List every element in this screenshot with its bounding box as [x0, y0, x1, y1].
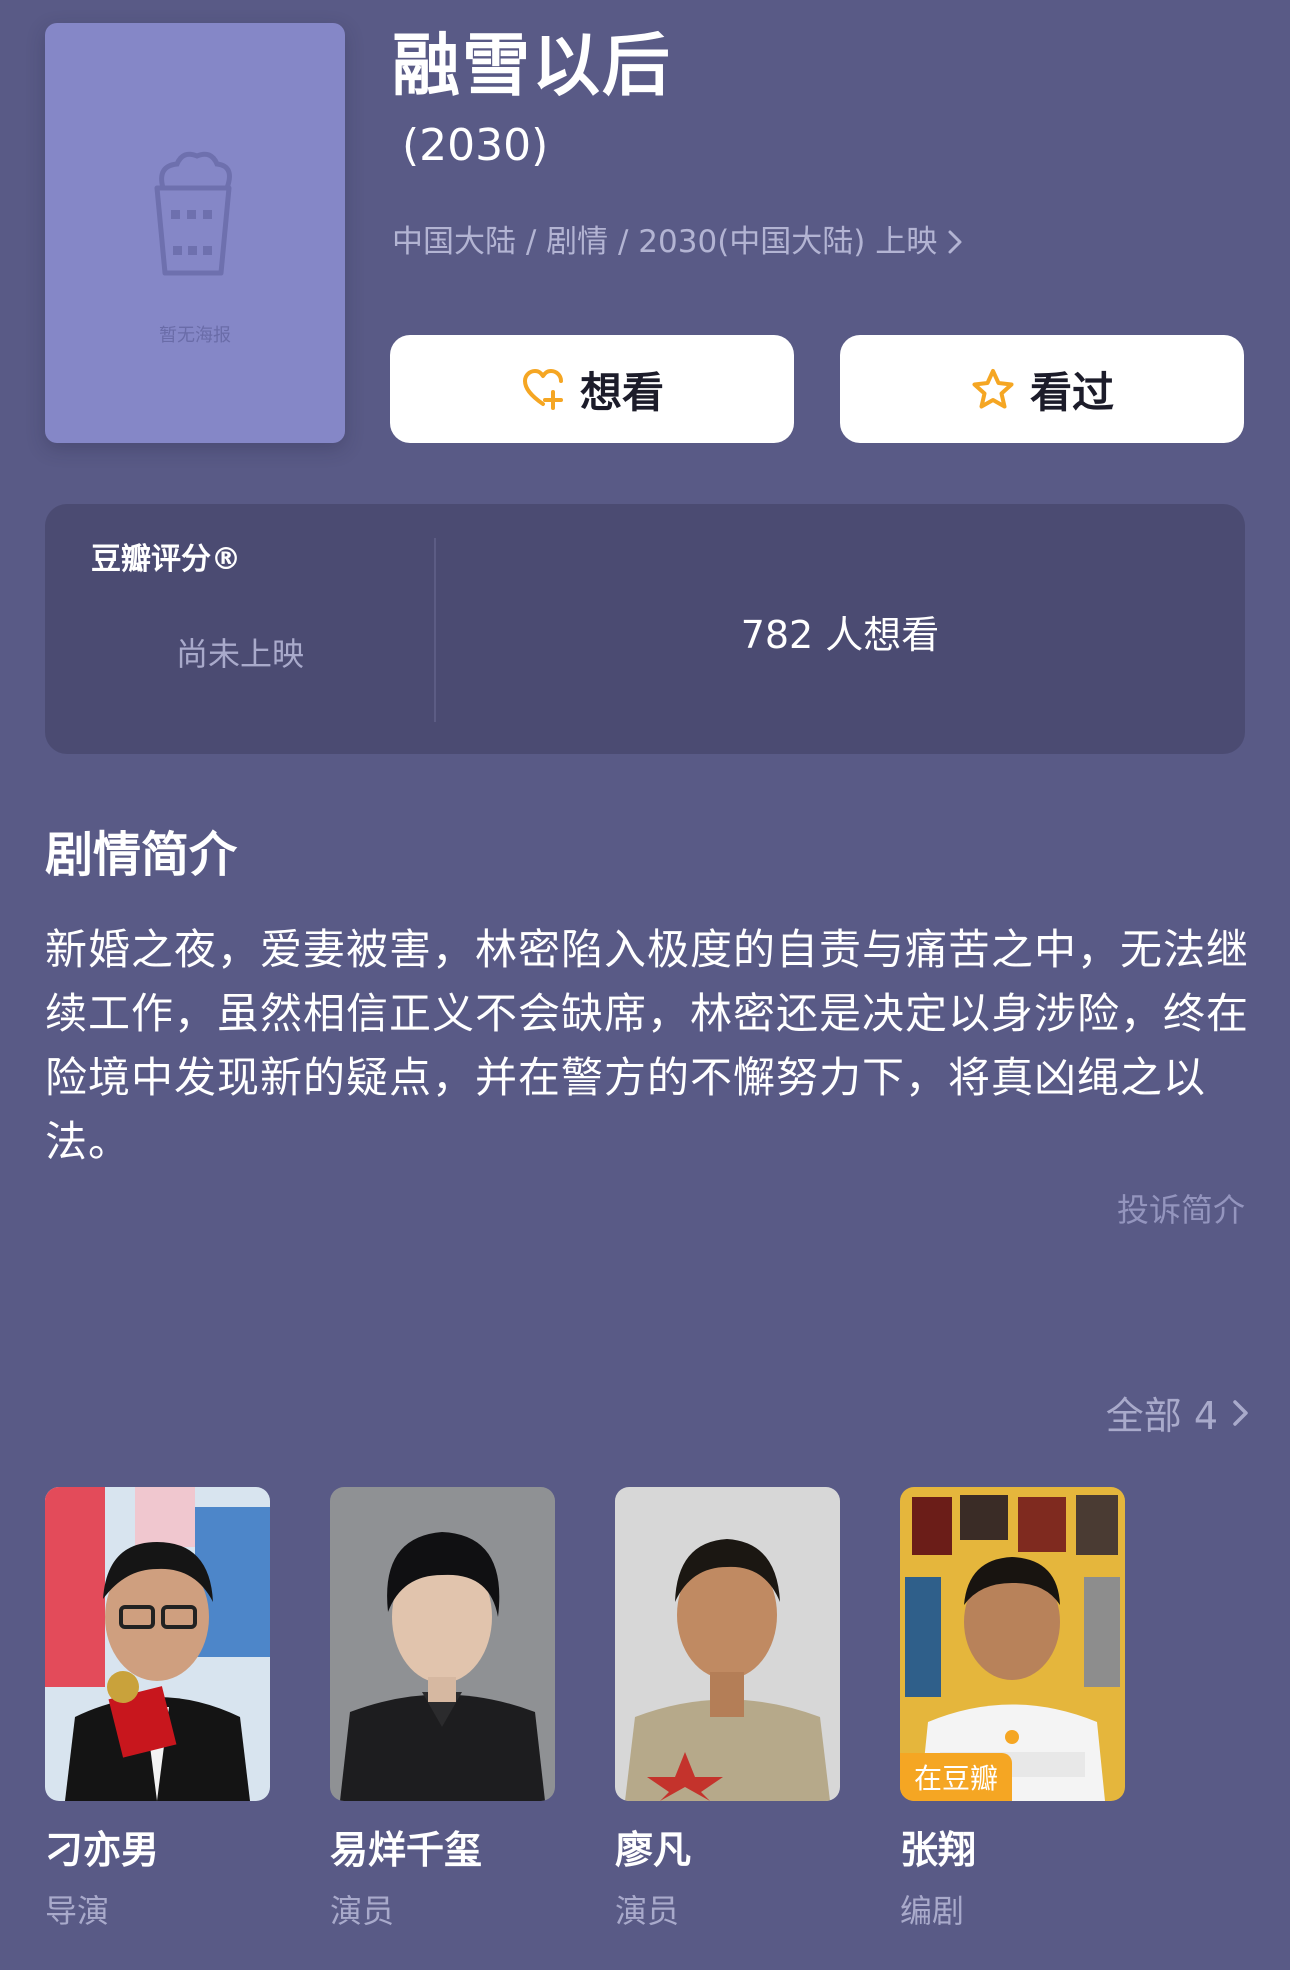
cast-role: 演员: [615, 1892, 680, 1930]
cast-name: 张翔: [900, 1828, 977, 1872]
movie-title: 融雪以后: [392, 27, 673, 106]
cast-all-link[interactable]: 全部 4: [1106, 1385, 1250, 1440]
star-icon: [972, 369, 1014, 409]
chevron-right-icon: [1233, 1399, 1248, 1426]
cast-role: 编剧: [900, 1892, 965, 1930]
cast-member[interactable]: 廖凡 演员: [615, 1487, 840, 1932]
cast-name: 刁亦男: [45, 1828, 160, 1872]
movie-meta-link[interactable]: 中国大陆 / 剧情 / 2030(中国大陆) 上映: [392, 220, 963, 264]
cast-name: 廖凡: [615, 1828, 692, 1872]
rating-card[interactable]: 豆瓣评分® 尚未上映 782 人想看: [45, 504, 1245, 754]
movie-meta-text: 中国大陆 / 剧情 / 2030(中国大陆) 上映: [392, 224, 938, 260]
cast-member[interactable]: 易烊千玺 演员: [330, 1487, 555, 1932]
poster-placeholder-caption: 暂无海报: [159, 325, 231, 346]
report-synopsis-link[interactable]: 投诉简介: [1117, 1185, 1245, 1231]
cast-name: 易烊千玺: [330, 1828, 483, 1872]
cast-role: 演员: [330, 1892, 395, 1930]
watched-label: 看过: [1029, 367, 1114, 417]
cast-role: 导演: [45, 1892, 110, 1930]
heart-plus-icon: [522, 369, 563, 410]
watched-button[interactable]: 看过: [840, 335, 1244, 443]
rating-label: 豆瓣评分®: [91, 542, 241, 577]
movie-poster-placeholder[interactable]: 暂无海报: [45, 23, 345, 443]
avatar: [615, 1487, 840, 1801]
chevron-right-icon: [948, 230, 962, 254]
on-douban-badge: 在豆瓣: [900, 1753, 1013, 1801]
want-to-watch-label: 想看: [579, 367, 664, 417]
avatar: [330, 1487, 555, 1801]
synopsis-heading: 剧情简介: [45, 827, 238, 883]
cast-member[interactable]: 刁亦男 导演: [45, 1487, 270, 1932]
cast-all-label: 全部 4: [1105, 1394, 1218, 1438]
synopsis-text: 新婚之夜，爱妻被害，林密陷入极度的自责与痛苦之中，无法继续工作，虽然相信正义不会…: [45, 925, 1250, 1166]
rating-status: 尚未上映: [175, 635, 304, 673]
popcorn-icon: [154, 151, 232, 276]
cast-member[interactable]: 在豆瓣 张翔 编剧: [900, 1487, 1125, 1932]
movie-year: (2030): [402, 120, 549, 171]
want-count: 782 人想看: [740, 613, 940, 657]
want-to-watch-button[interactable]: 想看: [390, 335, 794, 443]
avatar: 在豆瓣: [900, 1487, 1125, 1801]
avatar: [45, 1487, 270, 1801]
